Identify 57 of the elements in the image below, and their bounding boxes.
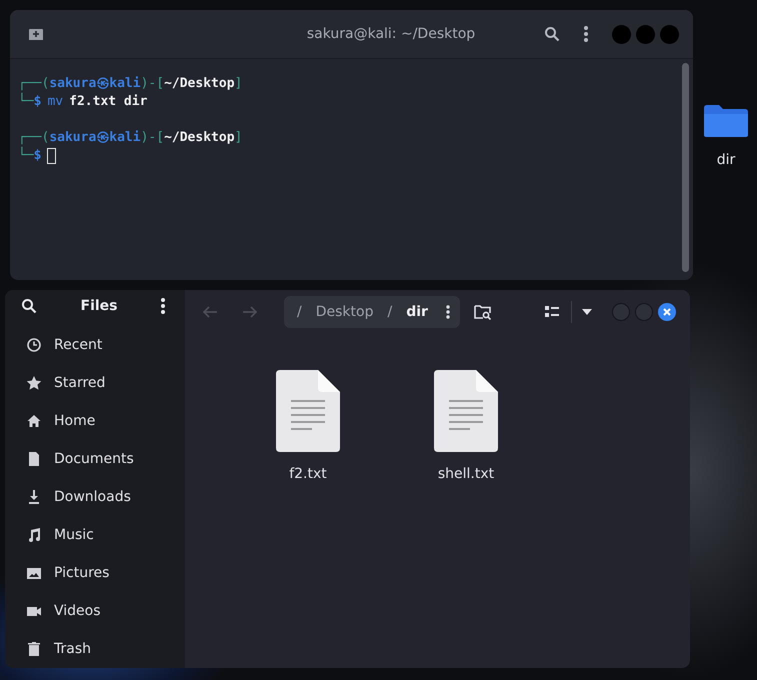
terminal-text: ~/Desktop <box>164 129 235 147</box>
image-icon <box>26 565 42 581</box>
list-view-icon[interactable] <box>545 306 559 318</box>
terminal-text: $ <box>34 94 42 111</box>
file-name[interactable]: shell.txt <box>438 466 494 482</box>
folder-search-icon[interactable] <box>474 304 492 320</box>
text-file-icon[interactable] <box>276 370 340 452</box>
terminal-text: )-[ <box>140 129 164 147</box>
sidebar-item[interactable]: Documents <box>5 440 185 478</box>
sidebar-item[interactable]: Trash <box>5 630 185 668</box>
search-icon[interactable] <box>21 298 37 314</box>
terminal-text: ┌──( <box>18 75 50 92</box>
terminal-text: ~/Desktop <box>164 75 235 93</box>
path-button[interactable]: Desktop <box>316 304 374 320</box>
download-icon <box>26 489 42 505</box>
path-separator: / <box>387 304 392 320</box>
terminal-text: ] <box>234 129 242 147</box>
trash-icon <box>26 641 42 657</box>
app-title: Files <box>80 298 118 314</box>
terminal-text: sakura㉿kali <box>49 129 141 147</box>
file-name[interactable]: f2.txt <box>289 466 327 482</box>
terminal-text: └─ <box>18 93 34 111</box>
terminal-text: $ <box>34 148 42 165</box>
scrollbar[interactable] <box>682 63 689 272</box>
terminal-text: └─ <box>18 147 34 165</box>
terminal-text: f2.txt dir <box>69 93 148 111</box>
sidebar-item[interactable]: Downloads <box>5 478 185 516</box>
menu-icon[interactable] <box>584 26 588 42</box>
folder-icon[interactable] <box>704 104 748 138</box>
clock-icon <box>26 337 42 353</box>
text-file-icon[interactable] <box>434 370 498 452</box>
sidebar-item[interactable]: Starred <box>5 364 185 402</box>
sidebar-item[interactable]: Recent <box>5 326 185 364</box>
terminal-text: sakura㉿kali <box>49 75 141 93</box>
folder-label[interactable]: dir <box>716 152 736 168</box>
close-button[interactable] <box>658 303 676 321</box>
terminal-text: mv <box>47 93 64 111</box>
search-icon[interactable] <box>544 26 560 42</box>
document-icon <box>26 451 42 467</box>
path-button[interactable]: dir <box>406 304 428 320</box>
path-separator: / <box>297 304 302 320</box>
caret-icon[interactable] <box>582 309 592 315</box>
menu-icon[interactable] <box>446 305 450 319</box>
text-cursor <box>47 148 56 164</box>
terminal-text: ┌──( <box>18 129 50 146</box>
sidebar-item[interactable]: Home <box>5 402 185 440</box>
terminal-text: ] <box>234 75 242 93</box>
sidebar-item[interactable]: Music <box>5 516 185 554</box>
music-note-icon <box>26 527 42 543</box>
sidebar-item[interactable]: Videos <box>5 592 185 630</box>
sidebar-item[interactable]: Pictures <box>5 554 185 592</box>
menu-icon[interactable] <box>161 298 165 314</box>
house-icon <box>26 413 42 429</box>
window-title: sakura@kali: ~/Desktop <box>306 26 476 42</box>
star-icon <box>26 375 42 391</box>
terminal-text: )-[ <box>140 75 164 93</box>
new-tab-icon[interactable] <box>28 27 44 41</box>
